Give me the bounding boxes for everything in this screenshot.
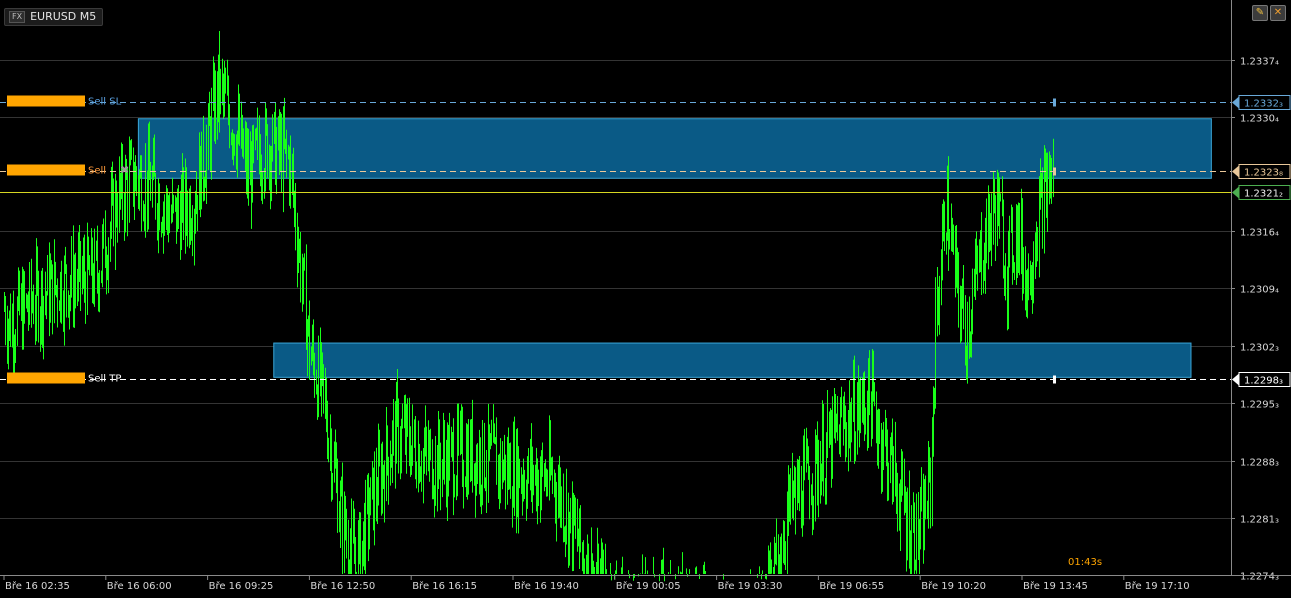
lower-zone[interactable] bbox=[273, 342, 1192, 378]
x-tick-label: Bře 16 02:35 bbox=[5, 580, 70, 592]
x-tick-label: Bře 16 19:40 bbox=[514, 580, 579, 592]
x-tick-label: Bře 19 17:10 bbox=[1125, 580, 1190, 592]
order-label: Sell TP bbox=[88, 374, 121, 385]
axes: 1.2337₄ 1.2330₄ 1.2316₄ 1.2309₄ 1.2302₃ 1.229… bbox=[0, 0, 1291, 592]
x-tick-label: Bře 19 13:45 bbox=[1023, 580, 1088, 592]
x-tick-label: Bře 16 12:50 bbox=[310, 580, 375, 592]
order-label: Sell SL bbox=[88, 97, 122, 108]
order-marker[interactable] bbox=[1053, 375, 1056, 384]
candles bbox=[4, 31, 1054, 582]
y-tick-label: 1.2337₄ bbox=[1240, 57, 1279, 68]
price-chart[interactable]: Sell SL 1.2332₃ Sell ✖ 1.2323₈ Sell TP 1.2298₃… bbox=[0, 0, 1291, 598]
y-tick-label: 1.2281₃ bbox=[1240, 515, 1279, 526]
order-label: Sell bbox=[88, 166, 106, 177]
order-tag-bar[interactable] bbox=[7, 372, 85, 384]
order-tag-bar[interactable] bbox=[7, 95, 85, 107]
bid-price-arrow bbox=[1232, 186, 1239, 199]
x-tick-label: Bře 19 06:55 bbox=[819, 580, 884, 592]
price-tag-label: 1.2298₃ bbox=[1244, 376, 1283, 387]
x-tick-label: Bře 16 09:25 bbox=[209, 580, 274, 592]
price-tag-label: 1.2332₃ bbox=[1244, 99, 1283, 110]
y-tick-label: 1.2295₃ bbox=[1240, 400, 1279, 411]
price-tag-arrow bbox=[1232, 96, 1239, 109]
symbol-name: EURUSD M5 bbox=[30, 10, 97, 23]
y-tick-label: 1.2288₃ bbox=[1240, 458, 1279, 469]
x-tick-label: Bře 16 16:15 bbox=[412, 580, 477, 592]
x-tick-label: Bře 19 03:30 bbox=[718, 580, 783, 592]
x-tick-label: Bře 16 06:00 bbox=[107, 580, 172, 592]
bar-countdown: 01:43s bbox=[1068, 557, 1102, 568]
fx-tag: FX bbox=[9, 11, 26, 23]
order-marker[interactable] bbox=[1053, 167, 1056, 176]
pencil-icon: ✎ bbox=[1255, 7, 1265, 18]
y-tick-label: 1.2274₃ bbox=[1240, 572, 1279, 583]
x-tick-label: Bře 19 00:05 bbox=[616, 580, 681, 592]
y-tick-label: 1.2302₃ bbox=[1240, 343, 1279, 354]
order-marker[interactable] bbox=[1053, 98, 1056, 107]
x-tick-label: Bře 19 10:20 bbox=[921, 580, 986, 592]
y-tick-label: 1.2330₄ bbox=[1240, 114, 1279, 125]
close-icon: ✕ bbox=[1273, 7, 1283, 18]
bid-price-label: 1.2321₂ bbox=[1244, 189, 1283, 200]
y-tick-label: 1.2309₄ bbox=[1240, 285, 1279, 296]
price-tag-label: 1.2323₈ bbox=[1244, 168, 1283, 179]
close-chart-button[interactable]: ✕ bbox=[1270, 5, 1286, 21]
price-tag-arrow bbox=[1232, 373, 1239, 386]
order-tag-bar[interactable] bbox=[7, 164, 85, 176]
y-tick-label: 1.2316₄ bbox=[1240, 228, 1279, 239]
symbol-label: FX EURUSD M5 bbox=[4, 8, 104, 26]
price-tag-arrow bbox=[1232, 165, 1239, 178]
close-icon[interactable]: ✖ bbox=[120, 164, 129, 177]
edit-chart-button[interactable]: ✎ bbox=[1252, 5, 1268, 21]
